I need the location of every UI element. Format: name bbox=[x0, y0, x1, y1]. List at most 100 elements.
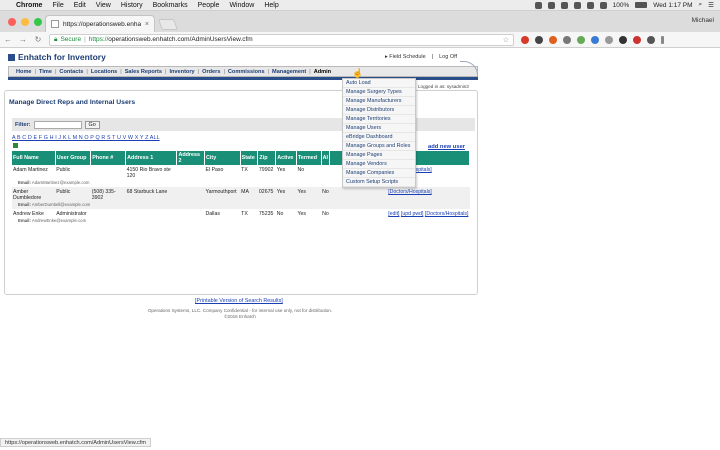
back-icon[interactable]: ← bbox=[4, 35, 12, 44]
cell-group: Public bbox=[56, 167, 71, 173]
menu-item-distributors[interactable]: Manage Distributors bbox=[343, 106, 415, 115]
col-user-group[interactable]: User Group bbox=[55, 151, 92, 165]
zoom-window-button[interactable] bbox=[34, 18, 42, 26]
doctors-hospitals-link[interactable]: [Doctors/Hospitals] bbox=[388, 189, 432, 195]
filter-input[interactable] bbox=[33, 120, 82, 129]
volume-icon[interactable] bbox=[599, 1, 607, 9]
nav-admin[interactable]: Admin bbox=[311, 69, 334, 75]
menu-item-pages[interactable]: Manage Pages bbox=[343, 151, 415, 160]
email-value[interactable]: AndrewEnke@example.com bbox=[32, 218, 86, 223]
web-page: Enhatch for Inventory ▸ Field Schedule |… bbox=[0, 48, 720, 438]
menu-people[interactable]: People bbox=[198, 2, 220, 9]
extension-icon[interactable] bbox=[521, 35, 529, 44]
extension-icon[interactable] bbox=[549, 35, 557, 44]
extension-icon[interactable] bbox=[619, 35, 627, 44]
browser-tab[interactable]: https://operationsweb.enhatch × bbox=[45, 15, 155, 32]
search-icon[interactable]: ⌕ bbox=[699, 1, 703, 9]
col-address1[interactable]: Address 1 bbox=[125, 151, 178, 165]
menu-item-vendors[interactable]: Manage Vendors bbox=[343, 160, 415, 169]
menu-view[interactable]: View bbox=[96, 2, 111, 9]
menu-item-users[interactable]: Manage Users bbox=[343, 124, 415, 133]
status-icon[interactable] bbox=[560, 1, 568, 9]
reload-icon[interactable]: ↻ bbox=[34, 35, 42, 44]
extension-icon[interactable] bbox=[535, 35, 543, 44]
menu-item-custom-scripts[interactable]: Custom Setup Scripts bbox=[343, 178, 415, 187]
col-state[interactable]: State bbox=[240, 151, 259, 165]
col-active[interactable]: Active bbox=[275, 151, 297, 165]
new-tab-button[interactable] bbox=[157, 19, 179, 30]
col-address2[interactable]: Address 2 bbox=[176, 151, 206, 165]
col-zip[interactable]: Zip bbox=[257, 151, 277, 165]
status-icon[interactable] bbox=[547, 1, 555, 9]
menu-window[interactable]: Window bbox=[229, 2, 254, 9]
update-password-link[interactable]: [upd pwd] bbox=[401, 211, 424, 217]
menu-item-ebridge-dashboard[interactable]: eBridge Dashboard bbox=[343, 133, 415, 142]
col-termed[interactable]: Termed bbox=[296, 151, 322, 165]
menu-item-groups-roles[interactable]: Manage Groups and Roles bbox=[343, 142, 415, 151]
menu-item-auto-load[interactable]: Auto Load bbox=[343, 79, 415, 88]
nav-management[interactable]: Management bbox=[269, 69, 309, 75]
col-al[interactable]: Al bbox=[321, 151, 331, 165]
menu-bookmarks[interactable]: Bookmarks bbox=[153, 2, 188, 9]
nav-home[interactable]: Home bbox=[13, 69, 35, 75]
tab-close-icon[interactable]: × bbox=[145, 21, 149, 28]
forward-icon[interactable]: → bbox=[19, 35, 27, 44]
menu-item-surgery-types[interactable]: Manage Surgery Types bbox=[343, 88, 415, 97]
col-full-name[interactable]: Full Name bbox=[12, 151, 56, 165]
nav-commissions[interactable]: Commissions bbox=[225, 69, 268, 75]
email-value[interactable]: AmberDumbell@example.com bbox=[32, 202, 90, 207]
edit-link[interactable]: [edit] bbox=[388, 211, 399, 217]
chrome-menu-icon[interactable] bbox=[661, 35, 664, 44]
field-schedule-link[interactable]: ▸ Field Schedule bbox=[385, 54, 426, 60]
menu-history[interactable]: History bbox=[121, 2, 143, 9]
logged-in-label: Logged in as: sysadmin3 bbox=[418, 84, 469, 89]
go-button[interactable]: Go bbox=[84, 120, 100, 129]
menu-item-companies[interactable]: Manage Companies bbox=[343, 169, 415, 178]
menu-item-manufacturers[interactable]: Manage Manufacturers bbox=[343, 97, 415, 106]
excel-export-icon[interactable] bbox=[13, 143, 18, 148]
extension-icon[interactable] bbox=[605, 35, 613, 44]
menu-item-territories[interactable]: Manage Territories bbox=[343, 115, 415, 124]
extension-icon[interactable] bbox=[647, 35, 655, 44]
alphabet-filter[interactable]: A B C D E F G H I J K L M N O P Q R S T … bbox=[12, 135, 160, 141]
printable-version-link[interactable]: [Printable Version of Search Results] bbox=[195, 298, 283, 304]
menu-file[interactable]: File bbox=[52, 2, 63, 9]
log-off-link[interactable]: Log Off bbox=[439, 54, 457, 60]
cell-address2 bbox=[176, 187, 205, 202]
menu-edit[interactable]: Edit bbox=[74, 2, 86, 9]
extension-icon[interactable] bbox=[577, 35, 585, 44]
nav-orders[interactable]: Orders bbox=[199, 69, 223, 75]
extensions bbox=[521, 35, 664, 44]
extension-icon[interactable] bbox=[591, 35, 599, 44]
lock-icon[interactable]: 🔒︎ bbox=[54, 36, 57, 44]
nav-sales-reports[interactable]: Sales Reports bbox=[122, 69, 165, 75]
menu-help[interactable]: Help bbox=[264, 2, 278, 9]
extension-icon[interactable] bbox=[633, 35, 641, 44]
add-new-user-link[interactable]: add new user bbox=[428, 144, 465, 150]
nav-corner bbox=[460, 61, 478, 78]
col-phone[interactable]: Phone # bbox=[90, 151, 127, 165]
bookmark-star-icon[interactable]: ☆ bbox=[503, 36, 509, 44]
wifi-icon[interactable] bbox=[573, 1, 581, 9]
address-bar[interactable]: 🔒︎ Secure | https://operationsweb.enhatc… bbox=[49, 33, 514, 46]
bluetooth-icon[interactable] bbox=[586, 1, 594, 9]
page-title: Manage Direct Reps and Internal Users bbox=[9, 99, 136, 106]
minimize-window-button[interactable] bbox=[21, 18, 29, 26]
col-city[interactable]: City bbox=[204, 151, 241, 165]
clock[interactable]: Wed 1:17 PM bbox=[653, 2, 692, 9]
extension-icon[interactable] bbox=[563, 35, 571, 44]
status-icon[interactable] bbox=[534, 1, 542, 9]
doctors-hospitals-link[interactable]: [Doctors/Hospitals] bbox=[425, 211, 469, 217]
close-window-button[interactable] bbox=[8, 18, 16, 26]
app-logo[interactable]: Enhatch for Inventory bbox=[8, 52, 106, 62]
nav-time[interactable]: Time bbox=[36, 69, 55, 75]
email-value[interactable]: AdamMartinez@example.com bbox=[32, 180, 90, 185]
nav-contacts[interactable]: Contacts bbox=[56, 69, 86, 75]
nav-locations[interactable]: Locations bbox=[88, 69, 120, 75]
nav-inventory[interactable]: Inventory bbox=[166, 69, 197, 75]
menu-chrome[interactable]: Chrome bbox=[16, 2, 42, 9]
profile-button[interactable]: Michael bbox=[692, 17, 714, 24]
battery-icon[interactable] bbox=[635, 2, 648, 8]
window-controls bbox=[8, 18, 42, 26]
menu-list-icon[interactable]: ☰ bbox=[708, 1, 714, 9]
